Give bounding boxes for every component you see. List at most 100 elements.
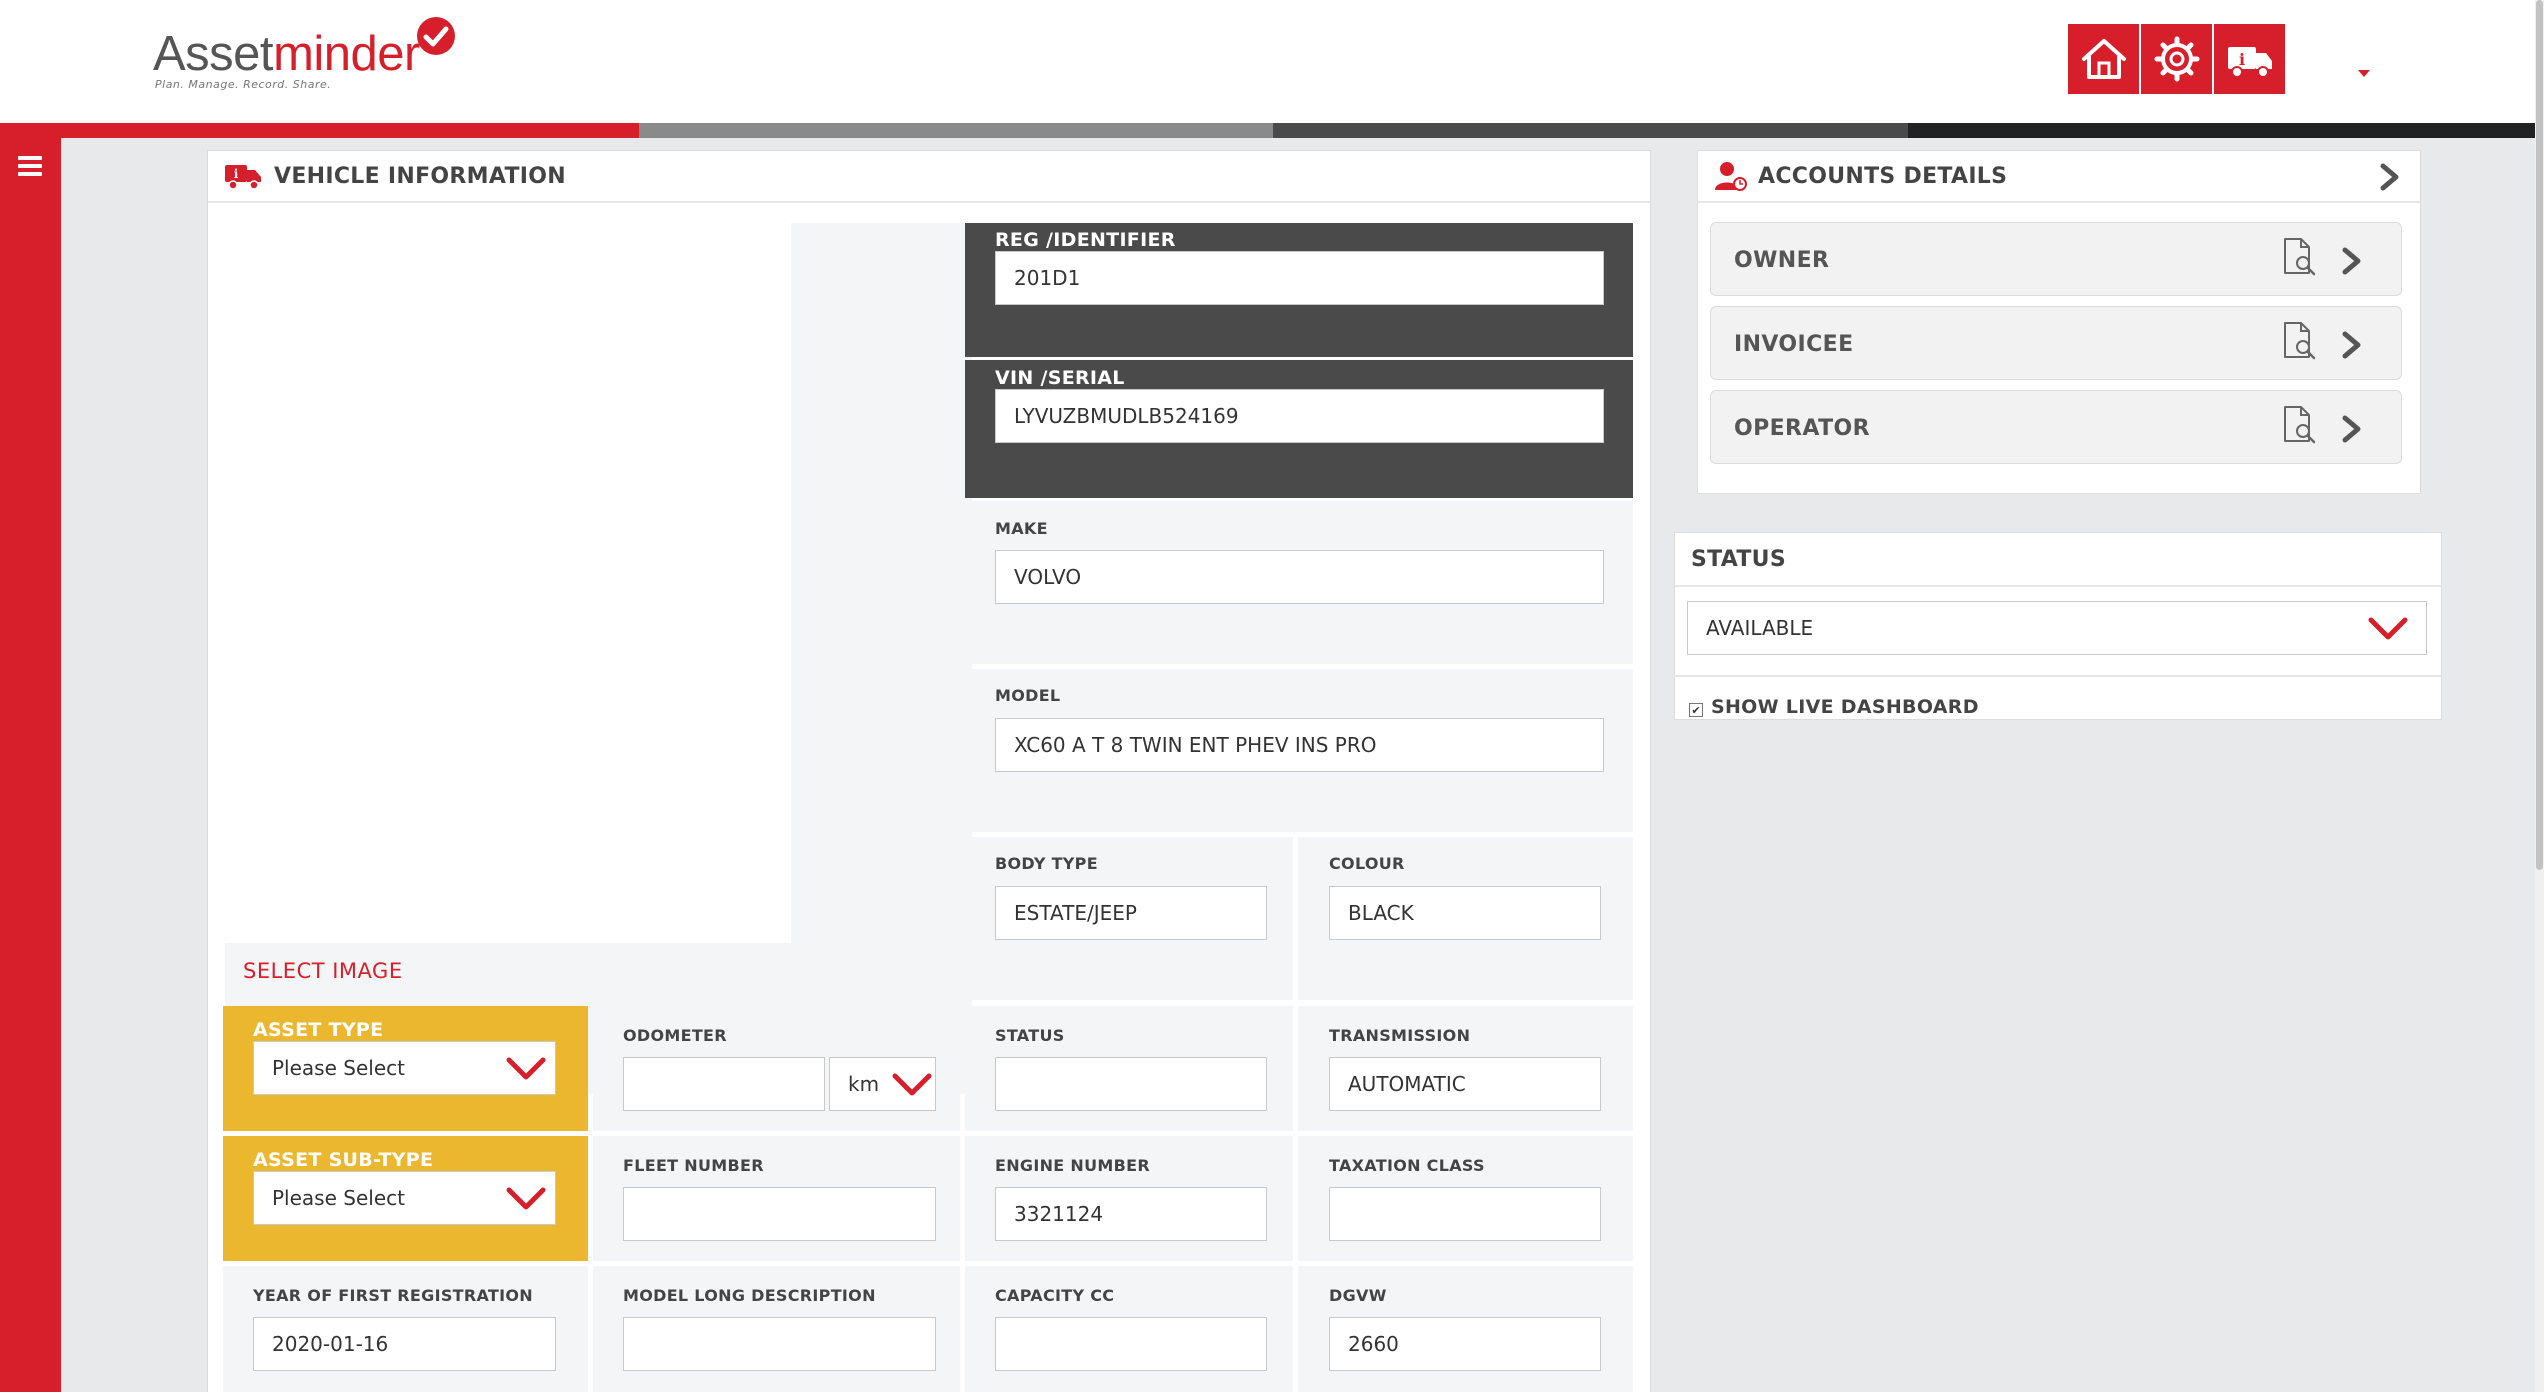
logo-tagline: Plan. Manage. Record. Share. <box>155 78 332 91</box>
vin-serial-label: VIN /SERIAL <box>995 367 1125 389</box>
engine-number-cell: ENGINE NUMBER 3321124 <box>965 1136 1293 1261</box>
truck-info-icon: i <box>2227 47 2272 78</box>
dgvw-field[interactable]: 2660 <box>1329 1317 1601 1371</box>
engine-number-label: ENGINE NUMBER <box>995 1156 1150 1175</box>
dgvw-label: DGVW <box>1329 1286 1387 1305</box>
scrollbar-thumb[interactable] <box>2536 0 2543 870</box>
logo-check-icon <box>417 17 455 55</box>
chevron-right-icon[interactable] <box>2339 330 2365 360</box>
engine-number-field[interactable]: 3321124 <box>995 1187 1267 1241</box>
asset-subtype-select[interactable]: Please Select <box>253 1171 556 1225</box>
body-type-field[interactable]: ESTATE/JEEP <box>995 886 1267 940</box>
vin-serial-field[interactable]: LYVUZBMUDLB524169 <box>995 389 1604 443</box>
model-long-description-field[interactable] <box>623 1317 936 1371</box>
assetminder-logo[interactable]: Assetminder Plan. Manage. Record. Share. <box>153 16 463 96</box>
sidebar <box>0 138 61 1392</box>
gear-icon <box>2154 36 2199 82</box>
odometer-field[interactable] <box>623 1057 825 1111</box>
svg-text:i: i <box>234 167 239 181</box>
vehicle-panel-header: i VEHICLE INFORMATION <box>208 151 1650 203</box>
accounts-panel-header[interactable]: ACCOUNTS DETAILS <box>1698 151 2420 203</box>
caret-down-icon[interactable] <box>2358 70 2370 77</box>
transmission-cell: TRANSMISSION AUTOMATIC <box>1298 1006 1633 1131</box>
odometer-label: ODOMETER <box>623 1026 727 1045</box>
status-label: STATUS <box>995 1026 1065 1045</box>
asset-type-select[interactable]: Please Select <box>253 1041 556 1095</box>
progress-strip <box>0 123 2544 138</box>
vin-serial-block: VIN /SERIAL LYVUZBMUDLB524169 <box>965 360 1633 498</box>
vehicle-information-panel: i VEHICLE INFORMATION SELECT IMAGE REG /… <box>207 150 1651 1392</box>
settings-button[interactable] <box>2141 24 2212 94</box>
transmission-field[interactable]: AUTOMATIC <box>1329 1057 1601 1111</box>
status-cell: STATUS <box>965 1006 1293 1131</box>
accounts-panel-title: ACCOUNTS DETAILS <box>1758 163 2008 189</box>
hamburger-icon[interactable] <box>18 156 42 176</box>
make-label: MAKE <box>995 519 1048 538</box>
asset-subtype-label: ASSET SUB-TYPE <box>253 1149 434 1171</box>
capacity-cc-cell: CAPACITY CC <box>965 1266 1293 1392</box>
status-select[interactable]: AVAILABLE <box>1687 601 2427 655</box>
fleet-number-field[interactable] <box>623 1187 936 1241</box>
chevron-right-icon[interactable] <box>2339 246 2365 276</box>
accounts-details-panel: ACCOUNTS DETAILS OWNER INVOICEE OPERATOR <box>1697 150 2421 494</box>
chevron-right-icon[interactable] <box>2378 163 2402 191</box>
vehicle-info-button[interactable]: i <box>2214 24 2285 94</box>
dgvw-cell: DGVW 2660 <box>1298 1266 1633 1392</box>
status-panel: STATUS AVAILABLE ✔ SHOW LIVE DASHBOARD <box>1674 532 2442 720</box>
odometer-cell: ODOMETER km <box>593 1006 960 1131</box>
body-type-label: BODY TYPE <box>995 854 1098 873</box>
body-type-cell: BODY TYPE ESTATE/JEEP <box>965 837 1293 1000</box>
make-field[interactable]: VOLVO <box>995 550 1604 604</box>
asset-type-label: ASSET TYPE <box>253 1019 384 1041</box>
status-field[interactable] <box>995 1057 1267 1111</box>
chevron-down-icon <box>892 1073 932 1096</box>
chevron-down-icon <box>2368 617 2408 640</box>
capacity-cc-label: CAPACITY CC <box>995 1286 1115 1305</box>
home-icon <box>2081 39 2126 79</box>
year-registration-label: YEAR OF FIRST REGISTRATION <box>253 1286 533 1305</box>
model-label: MODEL <box>995 686 1061 705</box>
truck-info-icon: i <box>225 165 261 190</box>
model-field[interactable]: XC60 A T 8 TWIN ENT PHEV INS PRO <box>995 718 1604 772</box>
chevron-down-icon <box>506 1057 546 1080</box>
vehicle-image-area: SELECT IMAGE <box>225 223 972 1094</box>
year-registration-cell: YEAR OF FIRST REGISTRATION 2020-01-16 <box>223 1266 588 1392</box>
fleet-number-label: FLEET NUMBER <box>623 1156 764 1175</box>
show-live-dashboard-checkbox[interactable]: ✔ <box>1689 703 1703 717</box>
chevron-right-icon[interactable] <box>2339 414 2365 444</box>
document-search-icon[interactable] <box>2281 237 2319 277</box>
document-search-icon[interactable] <box>2281 405 2319 445</box>
asset-subtype-cell: ASSET SUB-TYPE Please Select <box>223 1136 588 1261</box>
operator-item[interactable]: OPERATOR <box>1710 390 2402 464</box>
reg-identifier-label: REG /IDENTIFIER <box>995 229 1176 251</box>
top-header: Assetminder Plan. Manage. Record. Share. <box>0 0 2544 123</box>
divider <box>1675 585 2441 587</box>
vehicle-image-placeholder[interactable] <box>225 223 791 943</box>
show-live-dashboard-label[interactable]: SHOW LIVE DASHBOARD <box>1711 696 1979 718</box>
asset-type-cell: ASSET TYPE Please Select <box>223 1006 588 1131</box>
colour-field[interactable]: BLACK <box>1329 886 1601 940</box>
owner-item[interactable]: OWNER <box>1710 222 2402 296</box>
colour-label: COLOUR <box>1329 854 1405 873</box>
reg-identifier-field[interactable]: 201D1 <box>995 251 1604 305</box>
odometer-unit-select[interactable]: km <box>829 1057 936 1111</box>
home-button[interactable] <box>2068 24 2139 94</box>
divider <box>1675 675 2441 677</box>
reg-identifier-block: REG /IDENTIFIER 201D1 <box>965 223 1633 357</box>
document-search-icon[interactable] <box>2281 321 2319 361</box>
year-registration-field[interactable]: 2020-01-16 <box>253 1317 556 1371</box>
model-long-description-cell: MODEL LONG DESCRIPTION <box>593 1266 960 1392</box>
status-panel-title: STATUS <box>1691 547 1786 572</box>
model-long-description-label: MODEL LONG DESCRIPTION <box>623 1286 876 1305</box>
select-image-link[interactable]: SELECT IMAGE <box>243 959 403 983</box>
chevron-down-icon <box>506 1187 546 1210</box>
model-cell: MODEL XC60 A T 8 TWIN ENT PHEV INS PRO <box>965 669 1633 832</box>
transmission-label: TRANSMISSION <box>1329 1026 1471 1045</box>
invoicee-item[interactable]: INVOICEE <box>1710 306 2402 380</box>
taxation-class-cell: TAXATION CLASS <box>1298 1136 1633 1261</box>
capacity-cc-field[interactable] <box>995 1317 1267 1371</box>
svg-text:i: i <box>2238 50 2244 69</box>
taxation-class-field[interactable] <box>1329 1187 1601 1241</box>
logo-wordmark: Assetminder <box>153 27 420 81</box>
vehicle-panel-title: VEHICLE INFORMATION <box>274 163 566 189</box>
